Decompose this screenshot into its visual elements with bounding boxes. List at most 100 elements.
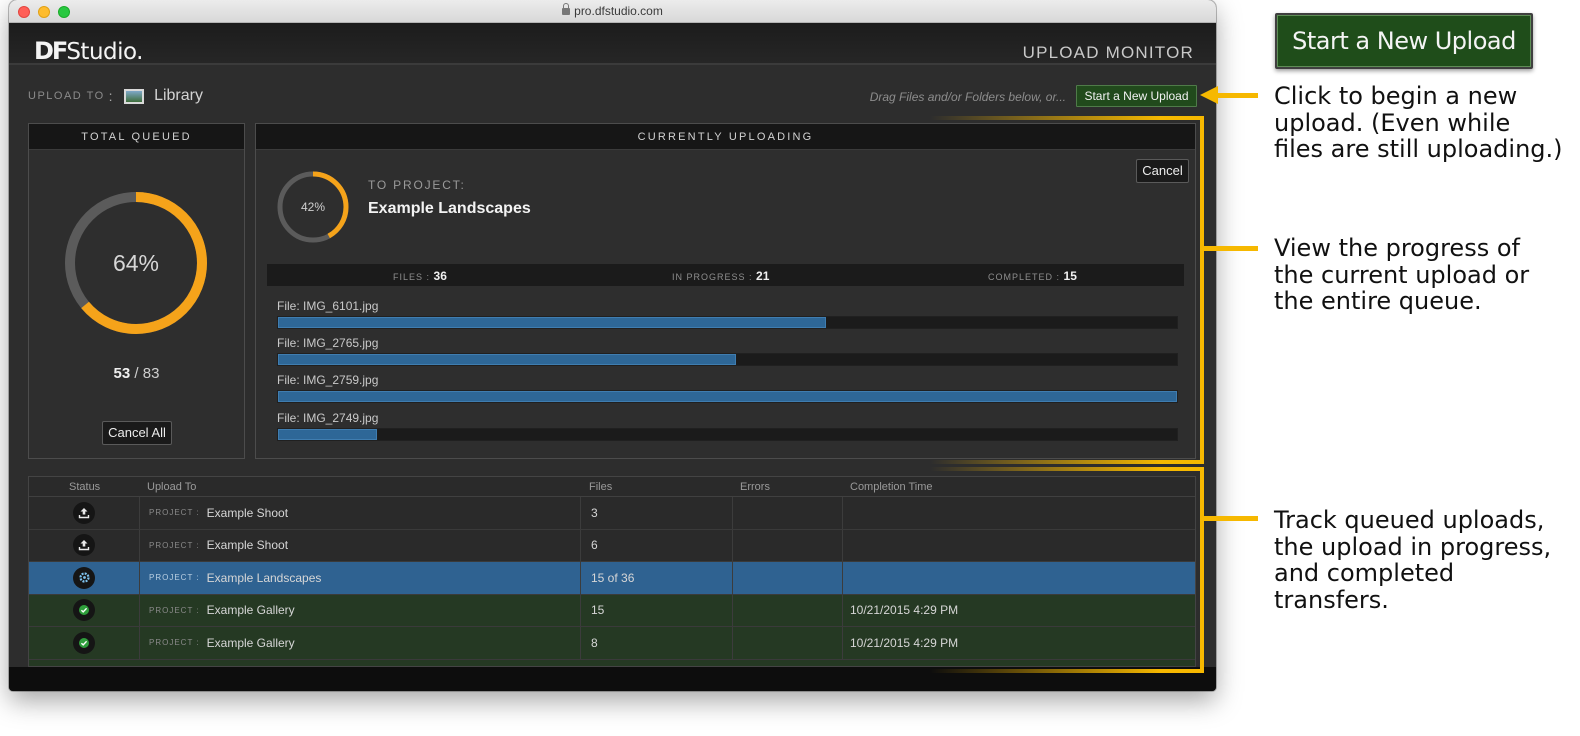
browser-titlebar: pro.dfstudio.com xyxy=(9,0,1216,23)
lock-icon xyxy=(562,3,571,15)
files-cell: 8 xyxy=(581,627,733,659)
current-upload-highlight xyxy=(1160,116,1204,464)
start-new-upload-callout-button[interactable]: Start a New Upload xyxy=(1275,13,1533,69)
status-cell xyxy=(29,497,140,529)
stat-completed-value: 15 xyxy=(1063,269,1077,283)
upload-to-cell: PROJECT : Example Gallery xyxy=(140,627,581,659)
completed-count: 53 xyxy=(113,365,131,382)
destination-label[interactable]: Library xyxy=(154,87,203,105)
status-cell xyxy=(29,594,140,626)
completion-time-cell xyxy=(843,562,1195,594)
project-name: Example Gallery xyxy=(206,635,295,650)
currently-uploading-panel: CURRENTLY UPLOADING Cancel 42% TO PROJEC… xyxy=(255,123,1196,459)
status-cell xyxy=(29,627,140,659)
checkmark-icon xyxy=(73,631,95,654)
file-progress-item: File: IMG_6101.jpg xyxy=(277,299,1178,329)
files-cell: 6 xyxy=(581,529,733,561)
upload-to-cell: PROJECT : Example Gallery xyxy=(140,594,581,626)
dfstudio-logo[interactable]: DFStudio. xyxy=(34,37,143,65)
completion-time-cell: 10/21/2015 4:29 PM xyxy=(850,603,959,618)
note-line: View the progress of xyxy=(1274,234,1520,262)
file-progress-track xyxy=(277,353,1178,366)
upload-icon xyxy=(73,501,95,524)
table-row-active[interactable]: PROJECT : Example Landscapes 15 of 36 xyxy=(29,562,1195,595)
logo-mark: DF xyxy=(34,37,68,65)
callout-note-queue: Track queued uploads, the upload in prog… xyxy=(1274,507,1551,613)
file-progress-fill xyxy=(278,354,737,365)
cancel-all-button[interactable]: Cancel All xyxy=(102,421,172,445)
file-progress-track xyxy=(277,316,1178,329)
upload-to-colon: : xyxy=(108,88,115,104)
address-bar[interactable]: pro.dfstudio.com xyxy=(9,3,1216,18)
errors-cell xyxy=(733,529,843,561)
queue-highlight xyxy=(1160,467,1204,673)
current-percent: 42% xyxy=(300,200,326,214)
project-tag: PROJECT : xyxy=(149,605,200,615)
app-header: DFStudio. UPLOAD MONITOR xyxy=(9,23,1216,65)
project-tag: PROJECT : xyxy=(149,573,200,583)
total-queued-panel: TOTAL QUEUED 64% 53 / 83 Cancel All xyxy=(28,123,245,459)
column-status[interactable]: Status xyxy=(69,481,100,493)
note-line: files are still uploading.) xyxy=(1274,135,1563,163)
note-line: and completed xyxy=(1274,559,1455,587)
stat-completed: COMPLETED : 15 xyxy=(988,269,1077,283)
start-new-upload-button[interactable]: Start a New Upload xyxy=(1076,85,1197,107)
currently-uploading-header: CURRENTLY UPLOADING xyxy=(256,124,1195,150)
page-title: UPLOAD MONITOR xyxy=(1022,43,1194,62)
file-progress-item: File: IMG_2759.jpg xyxy=(277,373,1178,403)
table-row-completed[interactable]: PROJECT : Example Gallery 15 10/21/2015 4… xyxy=(29,594,1195,627)
project-name: Example Landscapes xyxy=(206,570,322,585)
column-files[interactable]: Files xyxy=(589,481,612,493)
completion-time-cell xyxy=(843,497,1195,529)
upload-to-cell: PROJECT : Example Landscapes xyxy=(140,562,581,594)
gear-icon xyxy=(73,566,95,589)
note-line: Track queued uploads, xyxy=(1274,506,1545,534)
drag-hint: Drag Files and/or Folders below, or... xyxy=(869,90,1066,104)
note-line: Click to begin a new xyxy=(1274,82,1518,110)
file-progress-track xyxy=(277,428,1178,441)
upload-to-label: UPLOAD TO xyxy=(28,90,105,102)
stat-files-value: 36 xyxy=(433,269,447,283)
column-upload-to[interactable]: Upload To xyxy=(147,481,196,493)
note-line: the current upload or xyxy=(1274,260,1530,289)
file-name: File: IMG_2759.jpg xyxy=(277,373,379,387)
file-progress-fill xyxy=(278,429,377,440)
table-row-completed[interactable]: PROJECT : Example Gallery 8 10/21/2015 4:… xyxy=(29,627,1195,660)
stat-in-progress-value: 21 xyxy=(756,269,770,283)
stat-in-progress: IN PROGRESS : 21 xyxy=(672,269,769,283)
upload-to-cell: PROJECT : Example Shoot xyxy=(140,529,581,561)
highlight-fade xyxy=(930,467,1162,471)
file-progress-item: File: IMG_2749.jpg xyxy=(277,411,1178,441)
project-tag: PROJECT : xyxy=(149,540,200,550)
project-name: Example Shoot xyxy=(206,505,289,520)
note-line: transfers. xyxy=(1274,585,1389,614)
upload-monitor-app: DFStudio. UPLOAD MONITOR UPLOAD TO : Lib… xyxy=(9,23,1216,691)
url-text: pro.dfstudio.com xyxy=(574,4,663,18)
table-row-partial xyxy=(29,659,1195,666)
errors-cell xyxy=(733,562,843,594)
column-errors[interactable]: Errors xyxy=(740,481,770,493)
highlight-fade xyxy=(930,669,1162,673)
files-cell: 3 xyxy=(581,497,733,529)
status-cell xyxy=(29,529,140,561)
callout-note-progress: View the progress of the current upload … xyxy=(1274,235,1529,315)
file-progress-fill xyxy=(278,317,827,328)
errors-cell xyxy=(733,594,843,626)
upload-destination: UPLOAD TO : Library xyxy=(28,87,203,105)
callout-connector xyxy=(1204,246,1258,251)
note-line: the entire queue. xyxy=(1274,287,1482,315)
highlight-fade xyxy=(930,460,1162,464)
note-line: the upload in progress, xyxy=(1274,532,1552,561)
file-progress-track xyxy=(277,390,1178,403)
table-row[interactable]: PROJECT : Example Shoot 3 xyxy=(29,497,1195,530)
browser-window: pro.dfstudio.com DFStudio. UPLOAD MONITO… xyxy=(9,0,1216,691)
project-name: Example Gallery xyxy=(206,603,295,618)
file-name: File: IMG_2765.jpg xyxy=(277,336,379,350)
files-cell: 15 xyxy=(581,594,733,626)
stat-in-progress-label: IN PROGRESS : xyxy=(672,272,753,282)
callout-note-new-upload: Click to begin a new upload. (Even while… xyxy=(1274,83,1563,163)
count-separator: / xyxy=(134,365,139,382)
table-row[interactable]: PROJECT : Example Shoot 6 xyxy=(29,529,1195,562)
errors-cell xyxy=(733,627,843,659)
column-completion-time[interactable]: Completion Time xyxy=(850,481,933,493)
